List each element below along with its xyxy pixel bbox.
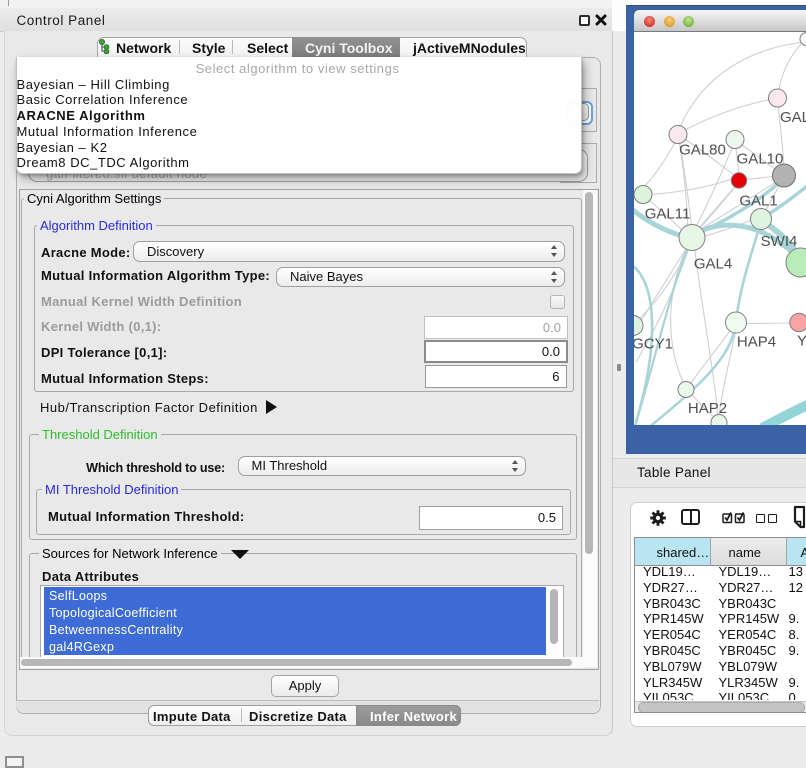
svg-text:GAL80: GAL80 <box>679 142 726 159</box>
svg-text:YKL: YKL <box>797 333 806 350</box>
svg-text:GAL2: GAL2 <box>780 109 806 126</box>
svg-text:GAL11: GAL11 <box>645 206 691 223</box>
svg-text:HAP2: HAP2 <box>688 400 727 417</box>
svg-text:GAL4: GAL4 <box>694 256 732 273</box>
svg-text:GAL1: GAL1 <box>739 193 777 210</box>
svg-text:GCY1: GCY1 <box>634 336 673 353</box>
svg-text:GAL10: GAL10 <box>737 151 784 168</box>
svg-text:SWI4: SWI4 <box>761 233 798 250</box>
svg-text:HAP4: HAP4 <box>737 334 776 351</box>
